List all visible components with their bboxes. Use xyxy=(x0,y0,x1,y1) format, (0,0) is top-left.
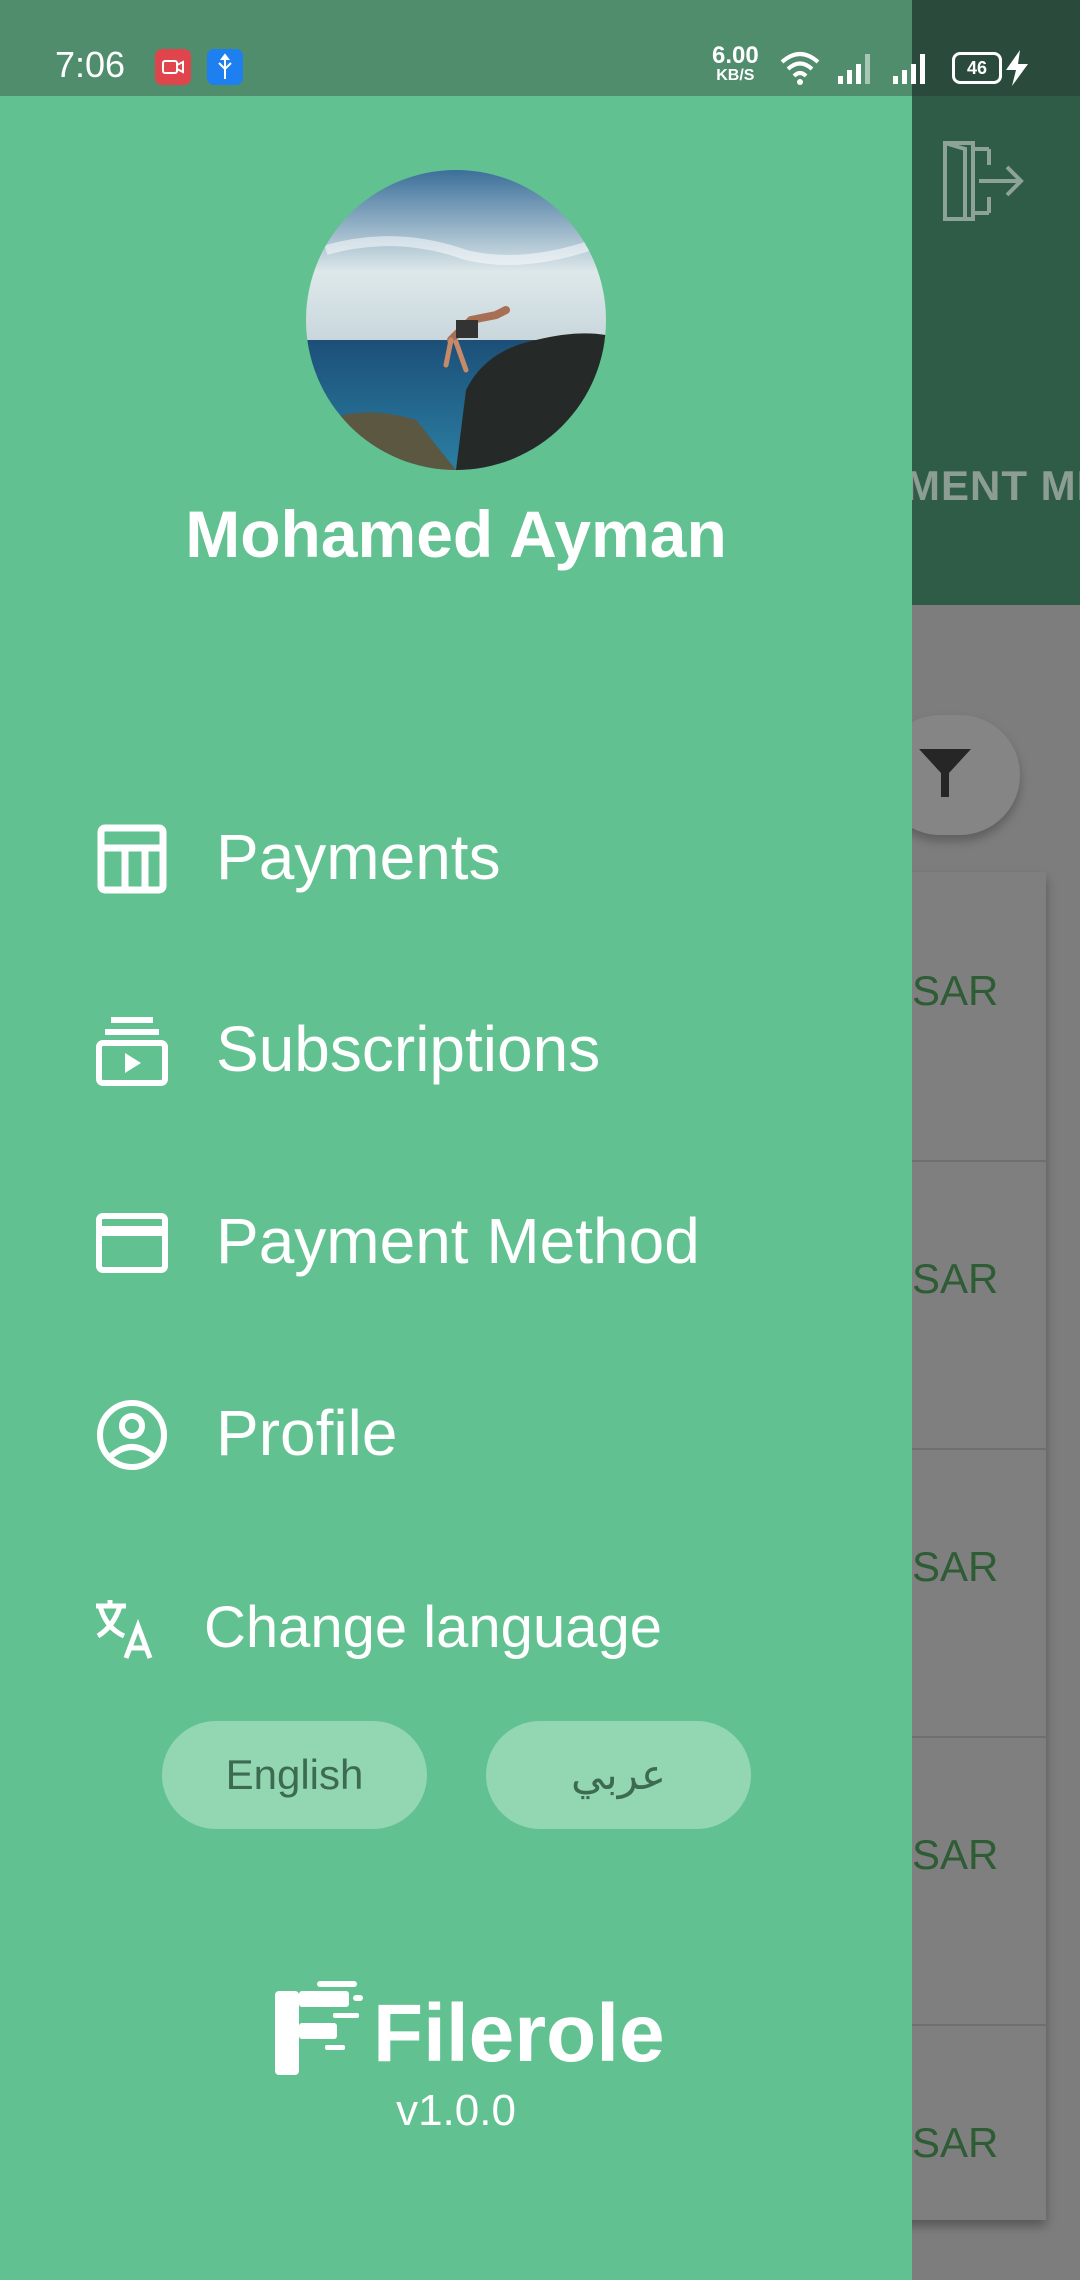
status-bar: 7:06 6.00 KB/S 46 xyxy=(0,0,1080,96)
menu-item-label: Profile xyxy=(216,1397,398,1469)
usb-icon xyxy=(207,49,243,85)
menu-item-label: Subscriptions xyxy=(216,1013,601,1085)
english-language-button[interactable]: English xyxy=(162,1721,427,1829)
signal-icon-1 xyxy=(838,54,870,84)
wifi-icon xyxy=(780,52,820,85)
receipt-icon xyxy=(97,824,167,894)
menu-item-label: Payment Method xyxy=(216,1205,700,1277)
amount-currency: SAR xyxy=(912,1255,999,1302)
translate-icon xyxy=(96,1600,153,1659)
change-language-label: Change language xyxy=(204,1595,662,1660)
amount-currency: SAR xyxy=(912,2119,999,2166)
avatar[interactable] xyxy=(306,170,606,470)
menu-item-payment-method[interactable]: Payment Method xyxy=(0,1166,912,1316)
logout-icon[interactable] xyxy=(935,135,1027,227)
amount-currency: SAR xyxy=(912,967,999,1014)
menu-item-profile[interactable]: Profile xyxy=(0,1358,912,1508)
signal-icon-2 xyxy=(893,54,925,84)
credit-card-icon xyxy=(96,1213,168,1273)
screen-record-icon xyxy=(155,49,191,85)
app-version: v1.0.0 xyxy=(396,2086,516,2135)
navigation-drawer: Mohamed Ayman Payments Subscriptions Pay… xyxy=(0,96,912,2280)
status-bar-bg xyxy=(0,0,912,96)
amount-currency: SAR xyxy=(912,1831,999,1878)
network-speed-value: 6.00 xyxy=(712,42,759,69)
tab-payment-methods[interactable]: MENT MI xyxy=(905,462,1080,510)
menu-item-payments[interactable]: Payments xyxy=(0,782,912,932)
filerole-logo-icon xyxy=(275,1981,363,2075)
subscriptions-icon xyxy=(96,1017,168,1086)
filter-icon xyxy=(919,749,971,797)
menu-item-subscriptions[interactable]: Subscriptions xyxy=(0,974,912,1124)
battery-icon: 46 xyxy=(952,52,1002,84)
brand-name: Filerole xyxy=(373,1988,665,2079)
amount-currency: SAR xyxy=(912,1543,999,1590)
account-circle-icon xyxy=(97,1400,167,1470)
status-time: 7:06 xyxy=(55,44,126,85)
user-name: Mohamed Ayman xyxy=(185,497,727,571)
avatar-image xyxy=(306,170,606,470)
menu-item-label: Payments xyxy=(216,821,501,893)
arabic-language-button[interactable]: عربي xyxy=(486,1721,751,1829)
network-speed-unit: KB/S xyxy=(716,67,755,84)
charging-icon xyxy=(1006,50,1028,86)
brand-logo: Filerole xyxy=(275,1981,665,2081)
network-speed: 6.00 KB/S xyxy=(712,44,759,84)
